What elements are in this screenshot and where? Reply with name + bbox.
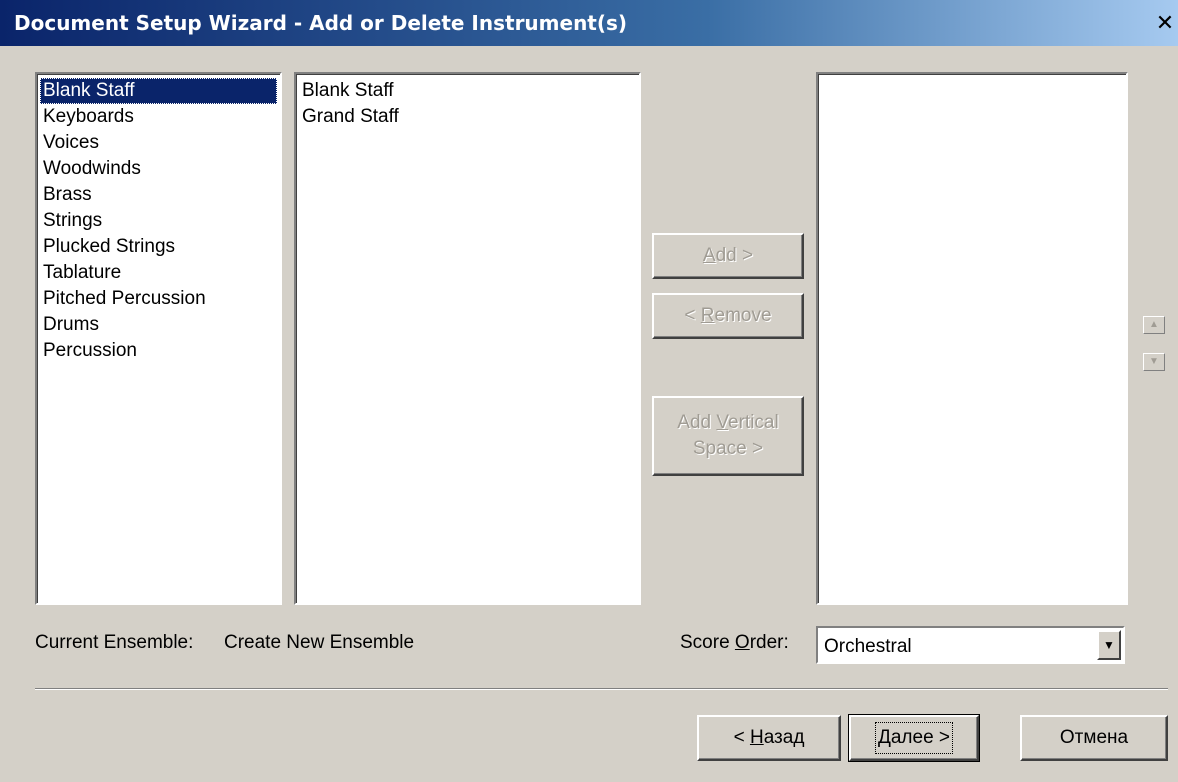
move-up-icon[interactable]: ▲ xyxy=(1143,316,1165,334)
score-order-select[interactable]: Orchestral ▼ xyxy=(816,626,1125,664)
category-item[interactable]: Keyboards xyxy=(40,104,277,130)
add-button-label: Add > xyxy=(702,245,754,266)
category-item[interactable]: Voices xyxy=(40,130,277,156)
cancel-button[interactable]: Отмена xyxy=(1020,715,1168,761)
add-vertical-space-line2: Space > xyxy=(692,438,764,459)
category-item[interactable]: Strings xyxy=(40,208,277,234)
score-order-label: Score Order: xyxy=(680,632,789,653)
close-icon[interactable]: ✕ xyxy=(1154,13,1176,35)
category-list[interactable]: Blank Staff Keyboards Voices Woodwinds Brass… xyxy=(35,72,282,605)
category-item[interactable]: Tablature xyxy=(40,260,277,286)
window-title: Document Setup Wizard - Add or Delete In… xyxy=(14,11,628,35)
category-item[interactable]: Woodwinds xyxy=(40,156,277,182)
instrument-list[interactable]: Blank Staff Grand Staff xyxy=(294,72,641,605)
remove-button[interactable]: < Remove xyxy=(652,293,804,339)
category-item[interactable]: Brass xyxy=(40,182,277,208)
current-ensemble-label: Current Ensemble: xyxy=(35,632,194,653)
back-button[interactable]: < Назад xyxy=(697,715,841,761)
next-button-label: Далее > xyxy=(874,722,954,754)
category-item[interactable]: Blank Staff xyxy=(40,78,277,104)
category-item[interactable]: Pitched Percussion xyxy=(40,286,277,312)
score-instrument-list[interactable] xyxy=(816,72,1128,605)
instrument-item[interactable]: Grand Staff xyxy=(299,104,636,130)
cancel-button-label: Отмена xyxy=(1059,727,1129,748)
category-item[interactable]: Drums xyxy=(40,312,277,338)
back-button-label: < Назад xyxy=(733,727,805,748)
score-order-value: Orchestral xyxy=(824,636,912,657)
category-item[interactable]: Percussion xyxy=(40,338,277,364)
add-vertical-space-line1: Add Vertical xyxy=(677,412,779,433)
current-ensemble-value: Create New Ensemble xyxy=(224,632,415,653)
separator xyxy=(35,688,1168,690)
move-down-icon[interactable]: ▼ xyxy=(1143,353,1165,371)
add-vertical-space-button[interactable]: Add Vertical Space > xyxy=(652,396,804,476)
chevron-down-icon[interactable]: ▼ xyxy=(1097,630,1121,660)
category-item[interactable]: Plucked Strings xyxy=(40,234,277,260)
add-button[interactable]: Add > xyxy=(652,233,804,279)
title-bar: Document Setup Wizard - Add or Delete In… xyxy=(0,0,1178,46)
next-button[interactable]: Далее > xyxy=(848,714,980,762)
instrument-item[interactable]: Blank Staff xyxy=(299,78,636,104)
remove-button-label: < Remove xyxy=(684,305,772,326)
